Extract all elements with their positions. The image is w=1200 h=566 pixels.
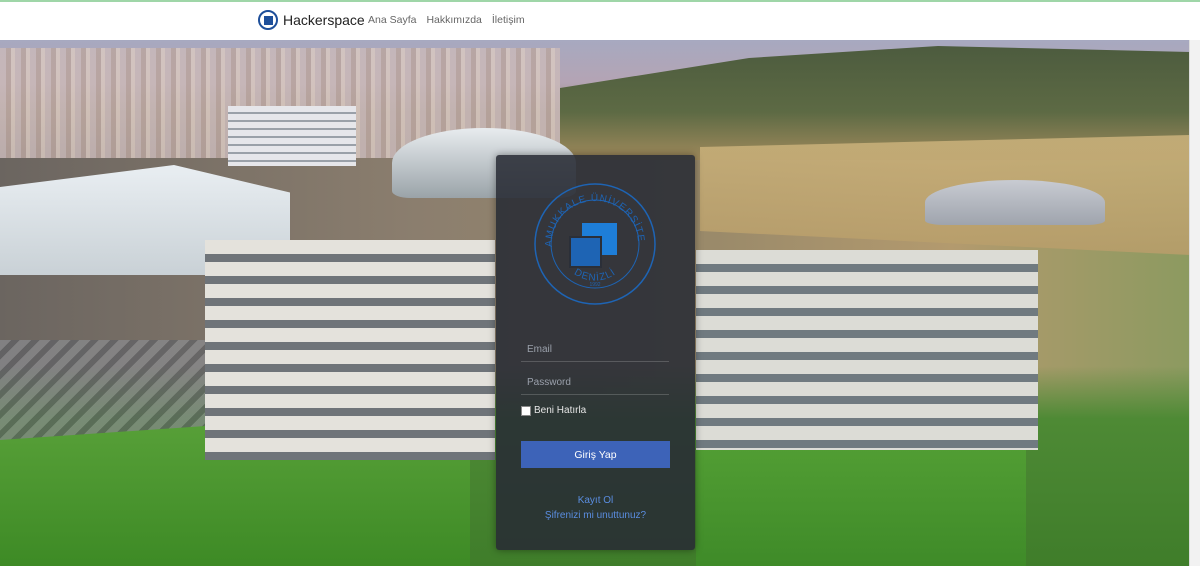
email-input[interactable] (521, 337, 669, 361)
password-input[interactable] (521, 370, 669, 394)
register-link[interactable]: Kayıt Ol (496, 495, 695, 506)
login-card: PAMUKKALE ÜNİVERSİTESİ 1992 DENİZLİ Beni… (496, 155, 695, 550)
university-seal-logo: PAMUKKALE ÜNİVERSİTESİ 1992 DENİZLİ (532, 181, 656, 305)
login-button[interactable]: Giriş Yap (521, 441, 670, 468)
nav-link-contact[interactable]: İletişim (492, 14, 525, 26)
nav-link-about[interactable]: Hakkımızda (426, 14, 481, 26)
seal-city: DENİZLİ (572, 265, 617, 283)
nav-links: Ana Sayfa Hakkımızda İletişim (368, 14, 535, 26)
page-scrollbar[interactable] (1189, 40, 1200, 566)
remember-me-label: Beni Hatırla (534, 405, 587, 416)
svg-text:DENİZLİ: DENİZLİ (572, 265, 618, 283)
brand-name: Hackerspace (283, 12, 365, 28)
forgot-password-link[interactable]: Şifrenizi mi unuttunuz? (496, 510, 695, 521)
nav-link-home[interactable]: Ana Sayfa (368, 14, 416, 26)
brand-link[interactable]: Hackerspace (258, 10, 365, 30)
navbar: Hackerspace Ana Sayfa Hakkımızda İletişi… (0, 2, 1200, 41)
remember-me-checkbox[interactable] (521, 405, 531, 416)
remember-me[interactable]: Beni Hatırla (521, 405, 586, 416)
email-field-wrapper (521, 337, 669, 362)
password-field-wrapper (521, 370, 669, 395)
brand-logo-icon (258, 10, 278, 30)
